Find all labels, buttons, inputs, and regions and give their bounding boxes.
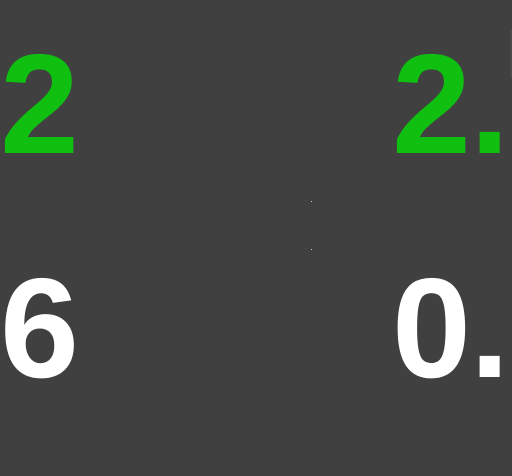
numeric-display-panel: 2 2. 6 0.: [0, 0, 512, 476]
bottom-left-value: 6: [0, 249, 79, 408]
top-left-value: 2: [0, 25, 79, 184]
top-right-value: 2.: [392, 25, 509, 184]
bottom-right-value: 0.: [392, 249, 509, 408]
center-dot-bottom: [311, 249, 312, 250]
center-dot-top: [311, 201, 312, 202]
